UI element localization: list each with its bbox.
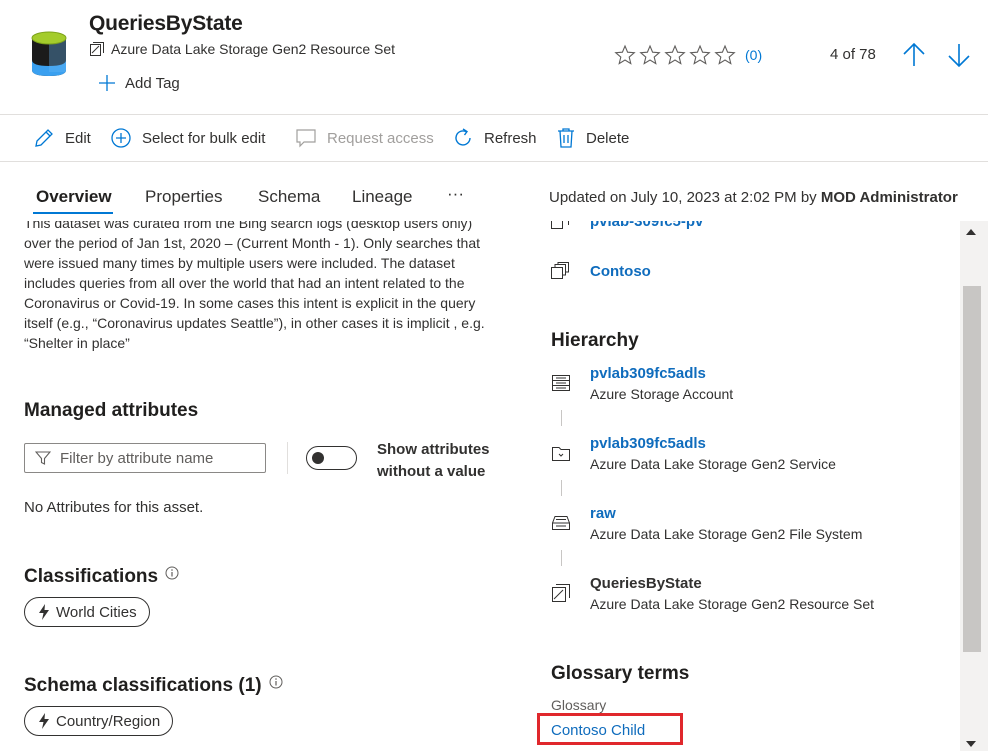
hierarchy-connector bbox=[561, 480, 562, 496]
asset-title: QueriesByState bbox=[89, 12, 243, 35]
filter-separator bbox=[287, 442, 288, 474]
add-tag-label: Add Tag bbox=[125, 74, 180, 92]
schema-classification-pill[interactable]: Country/Region bbox=[24, 706, 174, 736]
refresh-label: Refresh bbox=[484, 129, 537, 147]
resource-set-icon bbox=[30, 30, 68, 78]
star-icon[interactable] bbox=[714, 44, 736, 66]
highlight-box bbox=[537, 713, 683, 745]
collection-link[interactable]: pvlab-309fc5-pv bbox=[590, 221, 703, 230]
hierarchy-connector bbox=[561, 410, 562, 426]
hierarchy-link[interactable]: raw bbox=[590, 505, 616, 522]
collection-icon bbox=[550, 261, 570, 281]
show-empty-attributes-toggle[interactable] bbox=[306, 446, 357, 470]
request-access-button[interactable]: Request access bbox=[295, 127, 434, 149]
add-circle-icon bbox=[110, 127, 132, 149]
trash-icon bbox=[556, 127, 576, 149]
overview-left-panel: This dataset was curated from the Bing s… bbox=[0, 221, 530, 751]
star-icon[interactable] bbox=[639, 44, 661, 66]
delete-button[interactable]: Delete bbox=[556, 127, 629, 149]
add-tag-button[interactable]: Add Tag bbox=[98, 74, 180, 92]
edit-button[interactable]: Edit bbox=[33, 127, 91, 149]
collection-link[interactable]: Contoso bbox=[590, 263, 651, 280]
tab-more-button[interactable]: ··· bbox=[447, 184, 464, 204]
arrow-down-icon bbox=[948, 44, 970, 68]
hierarchy-type: Azure Storage Account bbox=[590, 386, 734, 402]
file-system-icon bbox=[551, 513, 571, 533]
storage-account-icon bbox=[551, 373, 571, 393]
hierarchy-type: Azure Data Lake Storage Gen2 Resource Se… bbox=[590, 596, 875, 612]
attribute-filter-input[interactable]: Filter by attribute name bbox=[24, 443, 266, 473]
toggle-label-line-2: without a value bbox=[377, 463, 486, 480]
toggle-label-line-1: Show attributes bbox=[377, 441, 490, 458]
filter-icon bbox=[35, 450, 51, 466]
schema-classification-label: Country/Region bbox=[56, 712, 161, 730]
collection-row: Contoso bbox=[550, 261, 651, 281]
toggle-knob bbox=[312, 452, 324, 464]
tab-schema[interactable]: Schema bbox=[258, 187, 320, 207]
schema-classifications-title: Schema classifications (1) bbox=[24, 675, 262, 696]
bulk-edit-label: Select for bulk edit bbox=[142, 129, 266, 147]
no-attributes-text: No Attributes for this asset. bbox=[24, 499, 204, 516]
hierarchy-title: Hierarchy bbox=[551, 330, 639, 351]
resource-set-icon bbox=[551, 583, 571, 603]
star-rating[interactable]: (0) bbox=[614, 44, 762, 66]
info-icon[interactable] bbox=[165, 566, 179, 580]
asset-type-label: Azure Data Lake Storage Gen2 Resource Se… bbox=[111, 41, 396, 57]
collection-row: pvlab-309fc5-pv bbox=[550, 221, 703, 231]
rating-count-link[interactable]: (0) bbox=[745, 47, 762, 63]
lightning-icon bbox=[38, 604, 50, 620]
comment-icon bbox=[295, 127, 317, 149]
hierarchy-connector bbox=[561, 550, 562, 566]
classification-pill[interactable]: World Cities bbox=[24, 597, 150, 627]
tab-lineage[interactable]: Lineage bbox=[352, 187, 413, 207]
previous-asset-button[interactable] bbox=[902, 42, 926, 68]
show-empty-attributes-label: Show attributes without a value bbox=[377, 439, 490, 483]
star-icon[interactable] bbox=[664, 44, 686, 66]
scroll-up-icon[interactable] bbox=[966, 228, 976, 235]
next-asset-button[interactable] bbox=[947, 42, 971, 68]
updated-prefix: Updated on July 10, 2023 at 2:02 PM by bbox=[549, 189, 821, 206]
hierarchy-type: Azure Data Lake Storage Gen2 File System bbox=[590, 526, 863, 542]
active-tab-indicator bbox=[33, 212, 113, 214]
header-divider bbox=[0, 114, 988, 115]
star-icon[interactable] bbox=[689, 44, 711, 66]
hierarchy-link[interactable]: pvlab309fc5adls bbox=[590, 365, 706, 382]
pager-text: 4 of 78 bbox=[830, 46, 876, 63]
hierarchy-current: QueriesByState bbox=[590, 575, 702, 592]
asset-description: This dataset was curated from the Bing s… bbox=[24, 221, 485, 351]
data-lake-service-icon bbox=[551, 443, 571, 463]
collection-icon bbox=[550, 221, 570, 231]
classifications-title: Classifications bbox=[24, 566, 159, 587]
classification-label: World Cities bbox=[56, 603, 137, 621]
plus-icon bbox=[98, 74, 116, 92]
resource-set-small-icon bbox=[89, 41, 105, 57]
asset-type: Azure Data Lake Storage Gen2 Resource Se… bbox=[89, 41, 395, 57]
arrow-up-icon bbox=[903, 42, 925, 66]
tab-properties[interactable]: Properties bbox=[145, 187, 222, 207]
request-access-label: Request access bbox=[327, 129, 434, 147]
updated-user: MOD Administrator bbox=[820, 189, 958, 206]
bulk-edit-button[interactable]: Select for bulk edit bbox=[110, 127, 265, 149]
attribute-filter-placeholder: Filter by attribute name bbox=[60, 449, 214, 467]
pencil-icon bbox=[33, 127, 55, 149]
hierarchy-link[interactable]: pvlab309fc5adls bbox=[590, 435, 706, 452]
schema-classifications-header: Schema classifications (1) bbox=[24, 675, 283, 697]
last-updated-text: Updated on July 10, 2023 at 2:02 PM by M… bbox=[549, 189, 958, 206]
managed-attributes-title: Managed attributes bbox=[24, 400, 199, 421]
edit-label: Edit bbox=[65, 129, 91, 147]
hierarchy-type: Azure Data Lake Storage Gen2 Service bbox=[590, 456, 836, 472]
glossary-name: Glossary bbox=[551, 697, 607, 713]
tab-overview[interactable]: Overview bbox=[36, 187, 112, 207]
info-icon[interactable] bbox=[269, 675, 283, 689]
star-icon[interactable] bbox=[614, 44, 636, 66]
refresh-icon bbox=[452, 127, 474, 149]
toolbar-divider bbox=[0, 161, 988, 162]
scroll-down-icon[interactable] bbox=[966, 741, 976, 748]
lightning-icon bbox=[38, 713, 50, 729]
glossary-terms-title: Glossary terms bbox=[551, 663, 690, 684]
delete-label: Delete bbox=[586, 129, 630, 147]
classifications-header: Classifications bbox=[24, 566, 179, 588]
refresh-button[interactable]: Refresh bbox=[452, 127, 537, 149]
scrollbar-thumb[interactable] bbox=[963, 286, 981, 652]
